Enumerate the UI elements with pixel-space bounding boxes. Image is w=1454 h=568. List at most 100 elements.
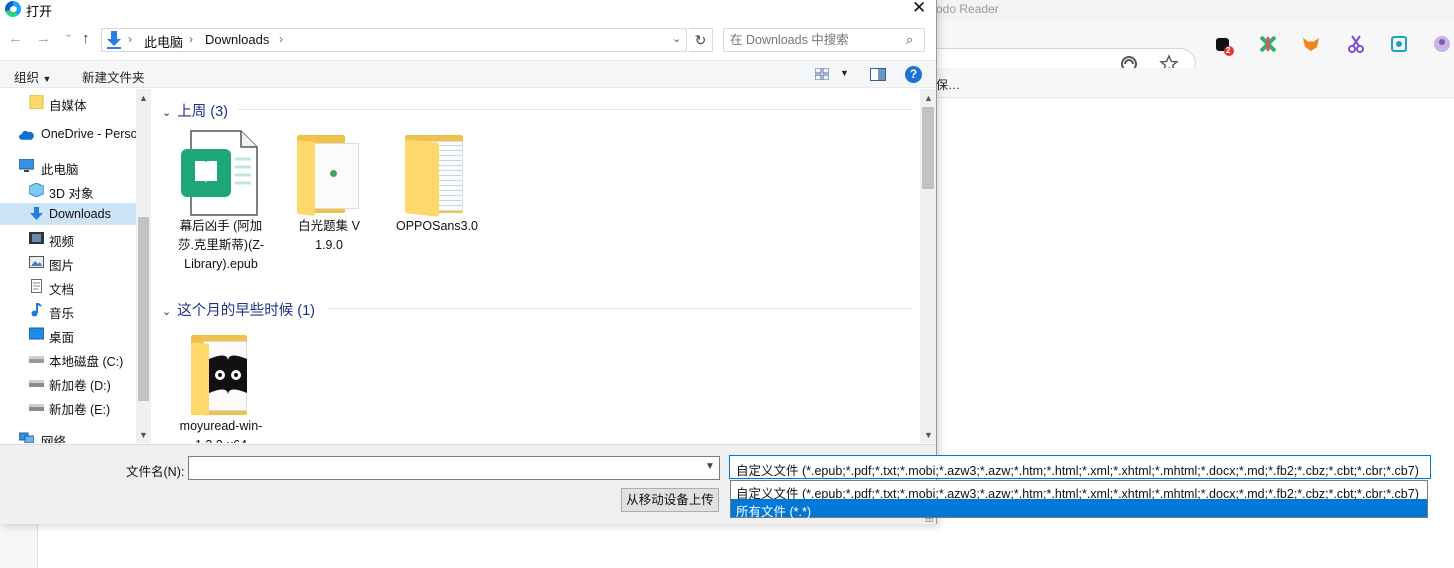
desktop-icon [29,327,44,340]
search-icon[interactable]: ⌕ [906,32,913,48]
collapse-chevron-icon[interactable]: ⌄ [162,106,171,119]
address-bar[interactable]: › 此电脑 › Downloads › ⌄ [101,28,687,52]
nav-label: OneDrive - Perso [41,127,138,141]
forward-arrow-icon[interactable]: → [36,30,51,47]
group-header-last-week[interactable]: ⌄ 上周 (3) [162,100,228,121]
search-box[interactable]: ⌕ [723,28,925,52]
recent-locations-chevron-icon[interactable]: ⌄ [64,27,73,40]
folder-icon [389,129,485,217]
nav-label: 音乐 [49,307,75,321]
dialog-titlebar: 打开 ✕ [0,0,936,22]
address-history-chevron-icon[interactable]: ⌄ [672,32,681,45]
back-arrow-icon[interactable]: ← [8,30,23,47]
file-item-epub[interactable]: 幕后凶手 (阿加莎.克里斯蒂)(Z-Library).epub [173,129,269,274]
breadcrumb-separator[interactable]: › [279,32,283,46]
nav-item-self-media[interactable]: 自媒体 [0,91,136,113]
nav-item-drive-d[interactable]: 新加卷 (D:) [0,371,136,393]
nav-item-pictures[interactable]: 图片 [0,251,136,273]
scroll-down-arrow-icon[interactable]: ▼ [924,430,933,440]
nav-label: 文档 [49,283,75,297]
organize-menu[interactable]: 组织 ▼ [14,67,51,86]
command-bar: 组织 ▼ 新建文件夹 ▼ ? [0,60,936,88]
nav-item-3d-objects[interactable]: 3D 对象 [0,179,136,201]
nav-label: 3D 对象 [49,187,94,201]
nav-item-downloads[interactable]: Downloads [0,203,136,225]
nav-item-music[interactable]: 音乐 [0,299,136,321]
search-input[interactable] [730,32,900,48]
nav-item-this-pc[interactable]: 此电脑 [0,155,136,177]
collapse-chevron-icon[interactable]: ⌄ [162,305,171,318]
scrollbar-thumb[interactable] [922,107,934,189]
nav-label: 视频 [49,235,75,249]
organize-label: 组织 [14,71,40,85]
this-pc-icon [19,159,34,172]
address-row: ← → ⌄ ↑ › 此电脑 › Downloads › ⌄ ↻ ⌕ [0,24,936,54]
nav-item-documents[interactable]: 文档 [0,275,136,297]
up-arrow-icon[interactable]: ↑ [82,30,90,47]
folder-icon [173,329,269,417]
close-icon[interactable]: ✕ [912,0,926,18]
nav-label: Downloads [49,207,111,221]
nav-label: 自媒体 [49,99,87,113]
breadcrumb-separator[interactable]: › [189,32,193,46]
chevron-down-icon: ▼ [42,74,52,84]
drive-icon [29,404,44,411]
file-type-select[interactable]: 自定义文件 (*.epub;*.pdf;*.txt;*.mobi;*.azw3;… [729,455,1431,479]
nav-item-network[interactable]: 网络 [0,427,136,443]
group-header-label: 这个月的早些时候 (1) [177,303,315,319]
edge-app-icon [5,1,21,17]
metamask-fox-icon[interactable] [1301,34,1321,54]
breadcrumb-this-pc[interactable]: 此电脑 [144,32,183,51]
chevron-down-icon[interactable]: ▼ [705,461,715,472]
file-name-combobox[interactable]: ▼ [188,456,720,480]
scroll-down-arrow-icon[interactable]: ▼ [139,430,148,440]
3d-objects-icon [29,183,44,197]
music-icon [31,303,42,317]
open-file-dialog: 打开 ✕ ← → ⌄ ↑ › 此电脑 › Downloads › ⌄ ↻ ⌕ 组… [0,0,937,524]
group-header-earlier-this-month[interactable]: ⌄ 这个月的早些时候 (1) [162,299,315,320]
refresh-icon[interactable]: ↻ [689,28,713,52]
nav-pane-scrollbar[interactable]: ▲ ▼ [136,89,151,443]
scroll-up-arrow-icon[interactable]: ▲ [139,93,148,103]
network-icon [19,432,34,443]
view-options-icon[interactable] [815,68,829,80]
file-list-pane: ⌄ 上周 (3) 幕后凶手 (阿加莎.克里斯蒂)(Z-Library).epub [152,89,936,443]
upload-from-mobile-button[interactable]: 从移动设备上传 [621,488,719,512]
new-folder-button[interactable]: 新建文件夹 [82,67,145,86]
nav-item-drive-e[interactable]: 新加卷 (E:) [0,395,136,417]
extension-icon-1[interactable] [1214,36,1234,56]
file-name-label: 文件名(N): [126,465,185,479]
video-icon [29,232,44,244]
downloads-arrow-icon [30,207,43,220]
scrollbar-thumb[interactable] [138,217,149,401]
view-dropdown-chevron-icon[interactable]: ▼ [840,68,849,78]
breadcrumb-downloads[interactable]: Downloads [205,32,269,47]
file-item-folder-opposans[interactable]: OPPOSans3.0 [389,129,485,236]
group-divider [238,109,912,110]
navigation-pane: 自媒体 OneDrive - Perso 此电脑 3D 对象 Downloads… [0,89,151,443]
scroll-up-arrow-icon[interactable]: ▲ [924,93,933,103]
folder-icon [281,129,377,217]
file-item-folder-baiguang[interactable]: 白光题集 V 1.9.0 [281,129,377,255]
file-type-option-all-files[interactable]: 所有文件 (*.*) [731,499,1427,519]
nav-item-drive-c[interactable]: 本地磁盘 (C:) [0,347,136,369]
file-item-folder-moyuread[interactable]: moyuread-win-1.2.2-x64 [173,329,269,443]
nav-item-desktop[interactable]: 桌面 [0,323,136,345]
file-name: 白光题集 V 1.9.0 [298,219,360,252]
drive-icon [29,380,44,387]
preview-pane-icon[interactable] [870,68,886,81]
nav-item-videos[interactable]: 视频 [0,227,136,249]
scissors-icon[interactable] [1346,34,1366,54]
extension-icon-2[interactable] [1258,34,1278,54]
screen-capture-icon[interactable] [1389,34,1409,54]
file-type-option-custom[interactable]: 自定义文件 (*.epub;*.pdf;*.txt;*.mobi;*.azw3;… [731,481,1427,501]
breadcrumb-separator[interactable]: › [128,32,132,46]
nav-label: 本地磁盘 (C:) [49,355,124,369]
bookmark-item[interactable]: 保… [936,76,960,93]
profile-avatar-icon[interactable] [1432,34,1452,54]
help-icon[interactable]: ? [905,66,922,83]
file-list-scrollbar[interactable]: ▲ ▼ [920,89,936,443]
downloads-location-icon [107,31,121,49]
nav-item-onedrive[interactable]: OneDrive - Perso [0,123,138,145]
nav-label: 桌面 [49,331,75,345]
